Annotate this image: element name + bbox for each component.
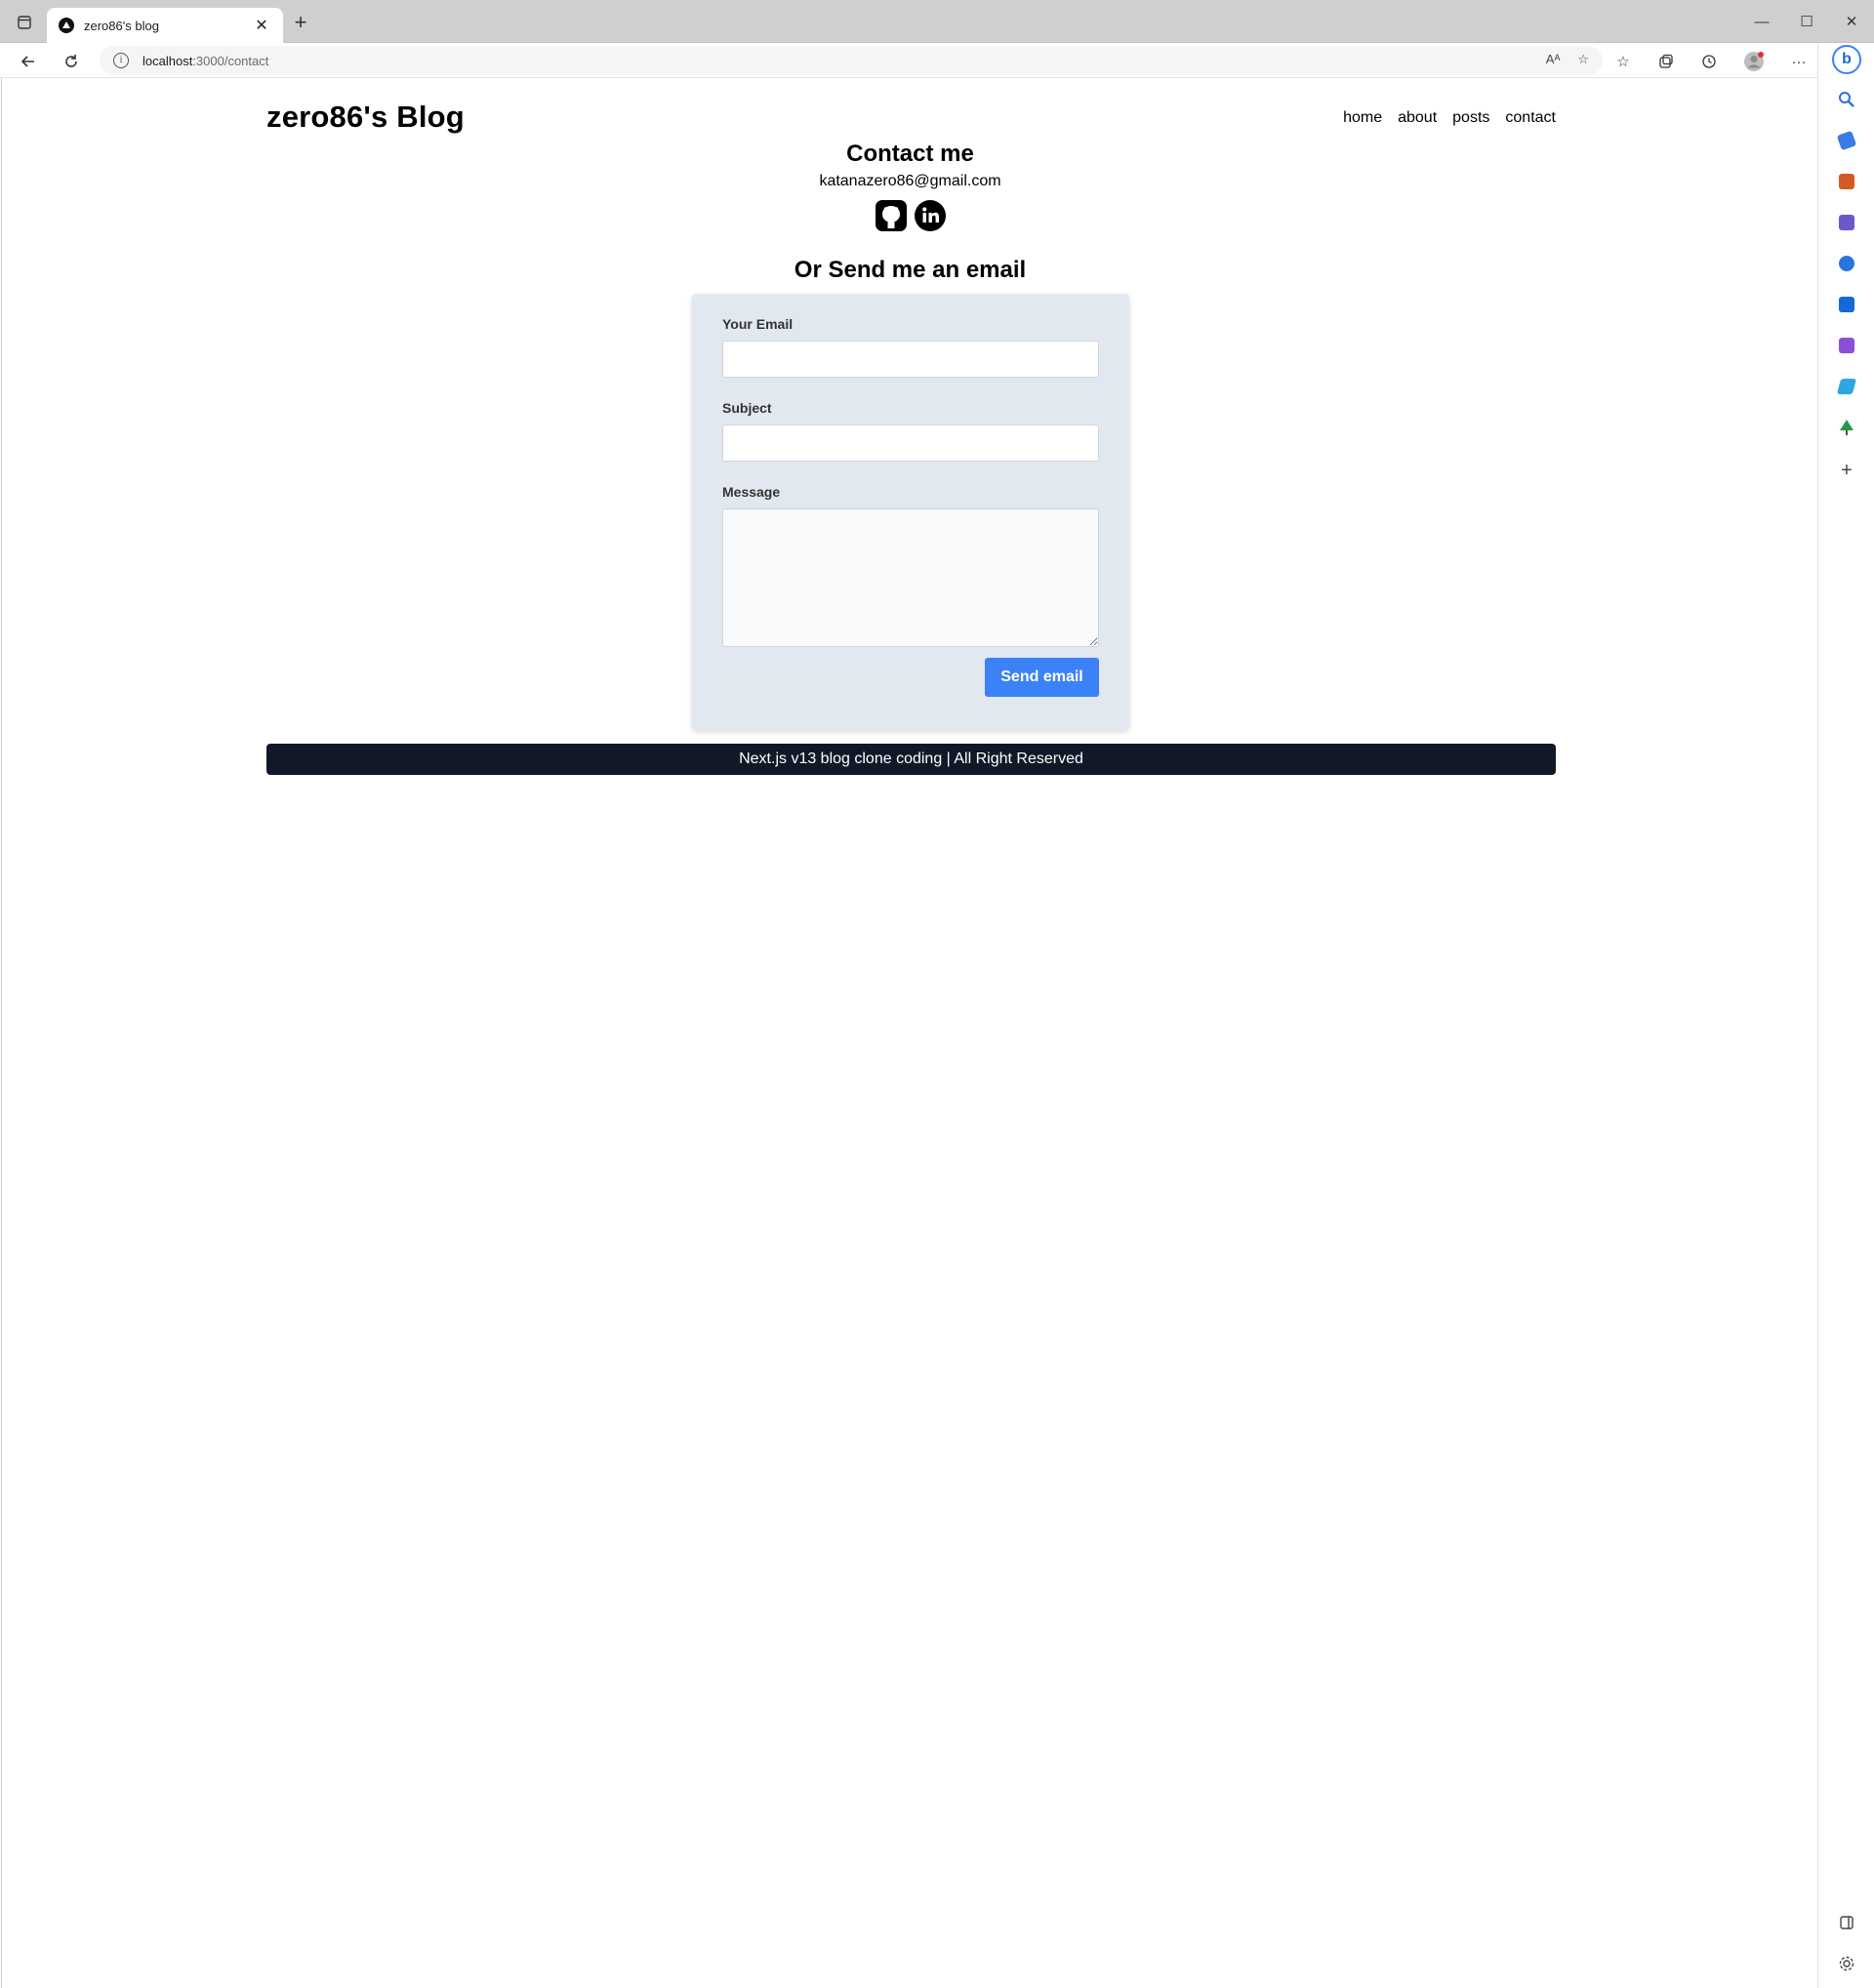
reload-icon[interactable] bbox=[59, 49, 84, 74]
tab-actions-icon[interactable] bbox=[14, 12, 35, 33]
message-textarea[interactable] bbox=[722, 508, 1099, 647]
contact-form: Your Email Subject Message Send email bbox=[692, 294, 1129, 730]
profile-avatar[interactable] bbox=[1741, 49, 1767, 74]
social-links bbox=[2, 199, 1818, 232]
subject-label: Subject bbox=[722, 400, 772, 416]
back-icon[interactable] bbox=[16, 49, 41, 74]
github-icon[interactable] bbox=[875, 199, 908, 232]
contact-title: Contact me bbox=[846, 141, 974, 167]
site-logo[interactable]: zero86's Blog bbox=[266, 100, 465, 135]
subject-field[interactable] bbox=[722, 425, 1099, 462]
send-email-heading: Or Send me an email bbox=[794, 257, 1027, 283]
browser-toolbar: i localhost:3000/contact Aᴬ ☆ ☆ ··· bbox=[0, 43, 1874, 78]
tools-icon[interactable] bbox=[1839, 174, 1854, 189]
maximize-icon[interactable]: ☐ bbox=[1784, 0, 1829, 43]
tree-icon[interactable] bbox=[1837, 418, 1856, 437]
window-controls: — ☐ ✕ bbox=[1739, 0, 1874, 43]
search-icon[interactable] bbox=[1837, 90, 1856, 109]
email-label: Your Email bbox=[722, 316, 794, 332]
outlook-icon[interactable] bbox=[1839, 297, 1854, 312]
copilot-icon[interactable]: b bbox=[1832, 45, 1861, 74]
tab-title: zero86's blog bbox=[84, 18, 159, 33]
contact-email: katanazero86@gmail.com bbox=[819, 173, 1001, 189]
hide-sidebar-icon[interactable] bbox=[1837, 1913, 1856, 1932]
nav-link-home[interactable]: home bbox=[1343, 109, 1382, 127]
browser-tab-bar: zero86's blog ✕ + — ☐ ✕ bbox=[0, 0, 1874, 43]
add-favorite-icon[interactable]: ☆ bbox=[1577, 52, 1589, 67]
footer-text: Next.js v13 blog clone coding | All Righ… bbox=[739, 751, 1083, 767]
more-options-icon[interactable]: ··· bbox=[1786, 49, 1812, 74]
site-header: zero86's Blog home about posts contact bbox=[266, 90, 1556, 135]
history-icon[interactable] bbox=[1696, 49, 1722, 74]
site-nav: home about posts contact bbox=[1343, 109, 1556, 127]
sidebar-settings-icon[interactable] bbox=[1837, 1954, 1856, 1973]
nextjs-favicon-icon bbox=[59, 18, 74, 33]
close-window-icon[interactable]: ✕ bbox=[1829, 0, 1874, 43]
email-field[interactable] bbox=[722, 341, 1099, 378]
designer-icon[interactable] bbox=[1839, 338, 1854, 353]
games-icon[interactable] bbox=[1839, 215, 1854, 230]
address-bar[interactable]: i localhost:3000/contact Aᴬ ☆ bbox=[100, 46, 1603, 75]
add-sidebar-app-icon[interactable]: + bbox=[1837, 461, 1856, 480]
site-info-icon[interactable]: i bbox=[113, 53, 129, 68]
microsoft365-icon[interactable] bbox=[1839, 256, 1854, 271]
minimize-icon[interactable]: — bbox=[1739, 0, 1784, 43]
linkedin-icon[interactable] bbox=[914, 199, 947, 232]
nav-link-posts[interactable]: posts bbox=[1452, 109, 1489, 127]
browser-tab[interactable]: zero86's blog ✕ bbox=[47, 8, 283, 43]
address-host: localhost bbox=[143, 53, 193, 68]
browser-sidebar: b + bbox=[1817, 43, 1874, 1988]
address-path: :3000/contact bbox=[192, 53, 269, 68]
send-email-button[interactable]: Send email bbox=[985, 658, 1099, 697]
new-tab-icon[interactable]: + bbox=[289, 12, 312, 35]
nav-link-about[interactable]: about bbox=[1398, 109, 1437, 127]
contact-section: Contact me katanazero86@gmail.com Or Sen… bbox=[2, 137, 1818, 287]
nav-link-contact[interactable]: contact bbox=[1505, 109, 1556, 127]
read-aloud-icon[interactable]: Aᴬ bbox=[1546, 52, 1561, 67]
drop-icon[interactable] bbox=[1836, 379, 1857, 394]
page-viewport: zero86's Blog home about posts contact C… bbox=[1, 78, 1817, 1988]
favorites-icon[interactable]: ☆ bbox=[1610, 49, 1636, 74]
message-label: Message bbox=[722, 484, 781, 500]
site-footer: Next.js v13 blog clone coding | All Righ… bbox=[266, 744, 1556, 775]
tab-close-icon[interactable]: ✕ bbox=[252, 16, 271, 35]
shopping-tag-icon[interactable] bbox=[1836, 130, 1857, 151]
collections-icon[interactable] bbox=[1653, 49, 1679, 74]
